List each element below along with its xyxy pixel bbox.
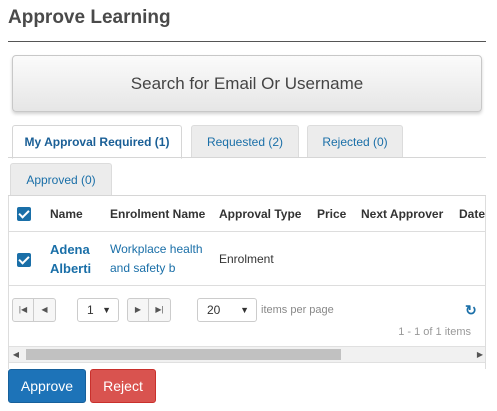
approval-type-cell: Enrolment [219, 252, 274, 266]
learner-name-link[interactable]: Adena Alberti [50, 240, 105, 278]
page-size-select[interactable]: 20 ▼ [197, 298, 257, 322]
tabs-divider [8, 157, 486, 158]
column-header-date[interactable]: Date [459, 196, 485, 232]
column-header-approval-type[interactable]: Approval Type [219, 196, 301, 232]
table-row: Adena Alberti Workplace health and safet… [9, 233, 485, 286]
tab-approved[interactable]: Approved (0) [10, 163, 112, 196]
page-title: Approve Learning [8, 7, 171, 28]
select-all-checkbox[interactable] [17, 207, 31, 221]
horizontal-scrollbar[interactable]: ◀ ▶ [9, 346, 485, 363]
enrolment-name-link[interactable]: Workplace health and safety b [110, 240, 215, 278]
grid-header: Name Enrolment Name Approval Type Price … [9, 196, 485, 232]
tab-rejected[interactable]: Rejected (0) [307, 125, 403, 158]
row-checkbox[interactable] [17, 253, 31, 267]
items-per-page-label: items per page [261, 304, 334, 316]
next-page-button[interactable]: ▶ [127, 298, 149, 322]
search-user-button[interactable]: Search for Email Or Username [12, 55, 482, 112]
first-page-button[interactable]: |◀ [12, 298, 34, 322]
title-divider [8, 41, 486, 42]
refresh-icon[interactable]: ↻ [465, 298, 477, 322]
scrollbar-thumb[interactable] [26, 349, 341, 360]
column-header-price[interactable]: Price [317, 196, 346, 232]
last-page-button[interactable]: ▶| [149, 298, 171, 322]
chevron-down-icon: ▼ [102, 305, 111, 315]
column-header-next-approver[interactable]: Next Approver [361, 196, 443, 232]
approve-button[interactable]: Approve [8, 369, 86, 403]
grid-pager: |◀ ◀ 1 ▼ ▶ ▶| 20 ▼ items per page ↻ 1 - … [9, 286, 485, 342]
page-number-select[interactable]: 1 ▼ [77, 298, 119, 322]
page-size-value: 20 [207, 303, 221, 317]
scroll-left-icon[interactable]: ◀ [9, 347, 23, 362]
pager-info: 1 - 1 of 1 items [398, 326, 471, 338]
tab-my-approval-required[interactable]: My Approval Required (1) [12, 125, 182, 159]
tab-requested[interactable]: Requested (2) [191, 125, 299, 158]
column-header-name[interactable]: Name [50, 196, 83, 232]
previous-page-button[interactable]: ◀ [34, 298, 56, 322]
chevron-down-icon: ▼ [240, 305, 249, 315]
scroll-right-icon[interactable]: ▶ [473, 347, 485, 362]
reject-button[interactable]: Reject [90, 369, 156, 403]
approval-grid: Name Enrolment Name Approval Type Price … [8, 196, 486, 369]
column-header-enrolment-name[interactable]: Enrolment Name [110, 196, 205, 232]
current-page-value: 1 [87, 303, 94, 317]
